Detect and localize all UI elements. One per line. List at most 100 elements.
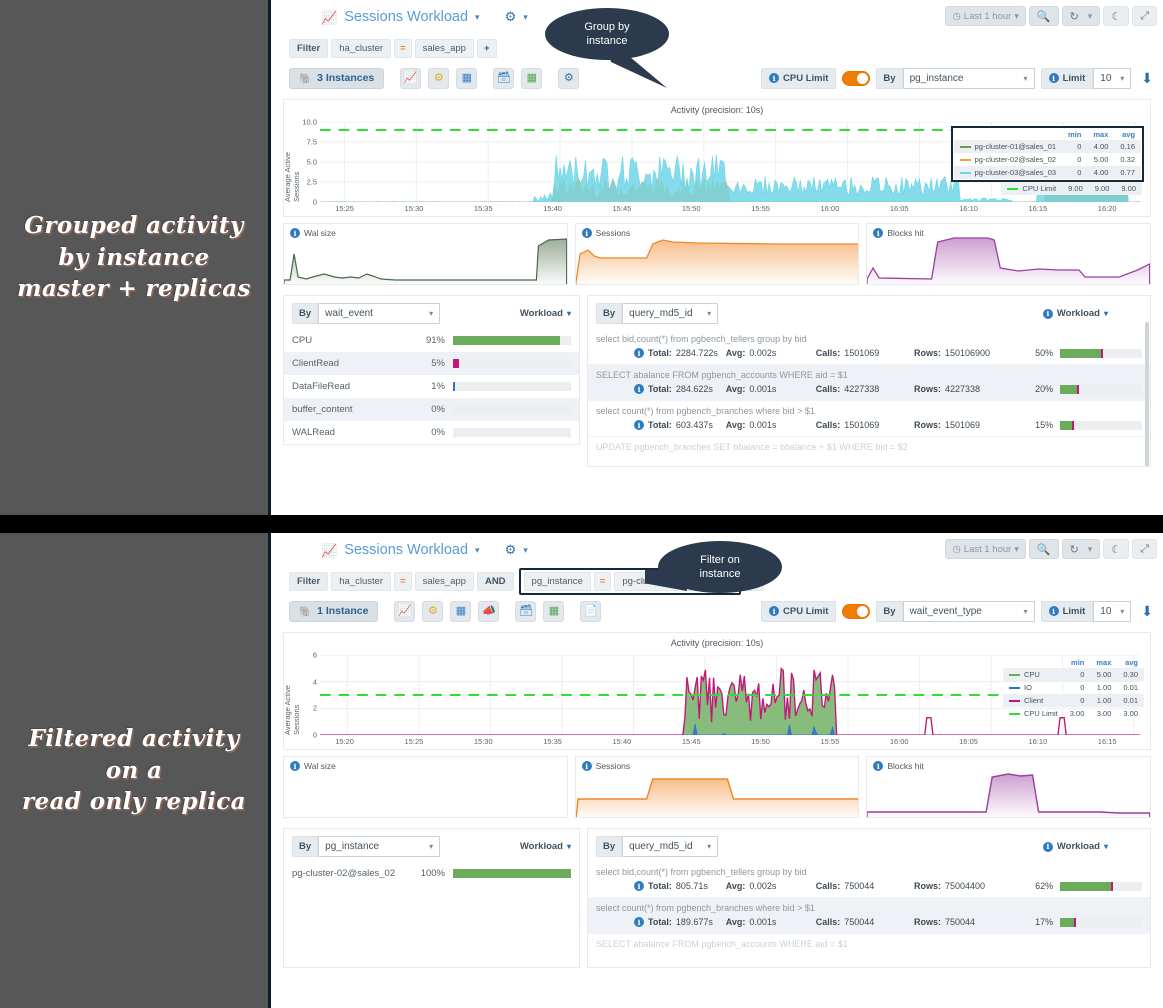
time-range-button-bottom[interactable]: ◷ Last 1 hour ▾: [945, 539, 1026, 559]
table-row[interactable]: WALRead 0%: [284, 421, 579, 444]
info-icon[interactable]: i: [581, 228, 592, 238]
filter-chip-key-instance[interactable]: pg_instance: [523, 571, 591, 591]
fullscreen-icon[interactable]: ⤢: [1132, 539, 1157, 559]
refresh-icon[interactable]: ↻ ▾: [1061, 539, 1101, 559]
legend-row[interactable]: IO 0 1.00 0.01: [1003, 681, 1144, 694]
query-row[interactable]: select count(*) from pgbench_branches wh…: [588, 401, 1150, 437]
info-icon[interactable]: i: [769, 73, 780, 83]
right-table-by-select[interactable]: query_md5_id ▾: [622, 836, 719, 857]
y-tick: 6: [312, 650, 317, 660]
green-table-icon[interactable]: ▦: [521, 67, 543, 89]
download-icon[interactable]: ⬇: [1141, 603, 1153, 620]
info-icon[interactable]: i: [634, 384, 644, 394]
group-by-select[interactable]: pg_instance ▾: [902, 67, 1035, 89]
left-table-workload-sort[interactable]: Workload ▾: [520, 308, 571, 319]
query-row[interactable]: select bid,count(*) from pgbench_tellers…: [588, 862, 1150, 898]
table-row[interactable]: buffer_content 0%: [284, 398, 579, 421]
activity-chart-icon[interactable]: 📈: [394, 600, 416, 622]
table-row[interactable]: CPU 91%: [284, 329, 579, 352]
legend-row[interactable]: pg-cluster-03@sales_03 0 4.00 0.77: [953, 166, 1141, 179]
legend-row[interactable]: Client 0 1.00 0.01: [1003, 694, 1144, 707]
mini-chart-blocks-hit-top[interactable]: i Blocks hit: [866, 223, 1152, 285]
group-by-select[interactable]: wait_event_type ▾: [902, 600, 1035, 622]
info-icon[interactable]: i: [873, 761, 884, 771]
legend-row[interactable]: pg-cluster-02@sales_02 0 5.00 0.32: [954, 153, 1141, 166]
query-row[interactable]: select bid,count(*) from pgbench_tellers…: [588, 329, 1150, 365]
cpu-limit-toggle[interactable]: [842, 603, 871, 619]
limit-select[interactable]: 10 ▾: [1093, 600, 1132, 622]
legend-row[interactable]: CPU 0 5.00 0.30: [1003, 668, 1144, 681]
green-table-icon[interactable]: ▦: [543, 600, 565, 622]
query-row[interactable]: select count(*) from pgbench_branches wh…: [588, 898, 1150, 934]
info-icon[interactable]: i: [1042, 841, 1053, 852]
legend-min-cell: 0: [1080, 683, 1085, 692]
legend-row[interactable]: CPU Limit 9.00 9.00 9.00: [1001, 182, 1142, 195]
chevron-down-icon[interactable]: ▾: [523, 12, 528, 23]
gear-icon[interactable]: ⚙: [505, 9, 517, 25]
left-table-by-select[interactable]: pg_instance ▾: [318, 836, 441, 857]
pdf-file-icon[interactable]: 📄: [580, 600, 602, 622]
query-table-scrollbar[interactable]: [1145, 322, 1149, 466]
left-table-by-select[interactable]: wait_event ▾: [318, 303, 441, 324]
info-icon[interactable]: i: [634, 420, 644, 430]
refresh-icon[interactable]: ↻ ▾: [1061, 6, 1101, 26]
instance-count-badge[interactable]: 🐘 3 Instances: [289, 67, 385, 89]
table-grid-icon[interactable]: ▦: [450, 600, 472, 622]
table-row[interactable]: pg-cluster-02@sales_02 100%: [284, 862, 579, 885]
time-range-button-top[interactable]: ◷ Last 1 hour ▾: [945, 6, 1026, 26]
activity-chart-icon[interactable]: 📈: [400, 67, 422, 89]
chevron-down-icon[interactable]: ▾: [523, 545, 528, 556]
table-row[interactable]: ClientRead 5%: [284, 352, 579, 375]
filter-chip-key[interactable]: ha_cluster: [331, 571, 392, 591]
page-title[interactable]: Sessions Workload: [344, 542, 468, 558]
filter-chip-key[interactable]: ha_cluster: [331, 38, 392, 58]
chevron-down-icon: ▾: [1014, 10, 1019, 21]
cpu-limit-toggle[interactable]: [842, 70, 871, 86]
megaphone-icon[interactable]: 📣: [478, 600, 500, 622]
mini-chart-wal-size-bottom[interactable]: i Wal size: [283, 756, 568, 818]
settings-gear-icon[interactable]: ⚙: [428, 67, 450, 89]
query-row[interactable]: SELECT abalance FROM pgbench_accounts WH…: [588, 365, 1150, 401]
search-icon[interactable]: 🔍: [1028, 6, 1059, 26]
mini-chart-wal-size-top[interactable]: i Wal size: [283, 223, 568, 285]
info-icon[interactable]: i: [634, 348, 644, 358]
info-icon[interactable]: i: [1048, 73, 1059, 83]
legend-row[interactable]: pg-cluster-01@sales_01 0 4.00 0.16: [953, 140, 1141, 153]
filter-chip-value[interactable]: sales_app: [414, 571, 474, 591]
instance-count-badge[interactable]: 🐘 1 Instance: [289, 600, 379, 622]
chevron-down-icon[interactable]: ▾: [475, 545, 480, 556]
limit-select[interactable]: 10 ▾: [1093, 67, 1132, 89]
database-icon[interactable]: 🗃: [493, 67, 515, 89]
gear-icon[interactable]: ⚙: [505, 542, 517, 558]
moon-icon[interactable]: ☾: [1103, 6, 1130, 26]
right-table-workload-sort[interactable]: i Workload ▾: [1042, 841, 1108, 852]
mini-chart-sessions-bottom[interactable]: i Sessions: [574, 756, 860, 818]
moon-icon[interactable]: ☾: [1103, 539, 1130, 559]
info-icon[interactable]: i: [1042, 308, 1053, 319]
table-row[interactable]: DataFileRead 1%: [284, 375, 579, 398]
info-icon[interactable]: i: [634, 881, 644, 891]
info-icon[interactable]: i: [634, 917, 644, 927]
chevron-down-icon[interactable]: ▾: [475, 12, 480, 23]
legend-label: pg-cluster-03@sales_03: [974, 168, 1057, 177]
legend-row[interactable]: CPU Limit 3.00 3.00 3.00: [1003, 707, 1144, 720]
settings-gear-icon[interactable]: ⚙: [422, 600, 444, 622]
add-filter-button[interactable]: +: [476, 38, 497, 58]
info-icon[interactable]: i: [873, 228, 884, 238]
page-title[interactable]: Sessions Workload: [344, 9, 468, 25]
search-icon[interactable]: 🔍: [1028, 539, 1059, 559]
mini-chart-sessions-top[interactable]: i Sessions: [574, 223, 860, 285]
database-icon[interactable]: 🗃: [515, 600, 537, 622]
left-table-workload-sort[interactable]: Workload ▾: [520, 841, 571, 852]
right-table-workload-sort[interactable]: i Workload ▾: [1042, 308, 1108, 319]
info-icon[interactable]: i: [290, 228, 300, 238]
info-icon[interactable]: i: [290, 761, 300, 771]
right-table-by-select[interactable]: query_md5_id ▾: [622, 303, 719, 324]
info-icon[interactable]: i: [581, 761, 592, 771]
table-grid-icon[interactable]: ▦: [456, 67, 478, 89]
fullscreen-icon[interactable]: ⤢: [1132, 6, 1157, 26]
download-icon[interactable]: ⬇: [1141, 70, 1153, 87]
filter-chip-value[interactable]: sales_app: [414, 38, 474, 58]
info-icon[interactable]: i: [1048, 606, 1059, 616]
mini-chart-blocks-hit-bottom[interactable]: i Blocks hit: [866, 756, 1152, 818]
